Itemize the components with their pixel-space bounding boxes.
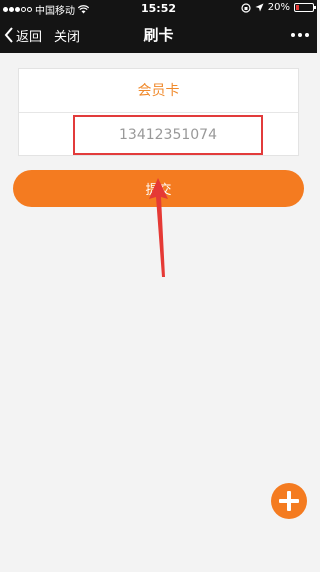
card-number-input[interactable]	[73, 115, 263, 155]
location-icon	[255, 3, 264, 12]
status-right: 20%	[241, 2, 316, 13]
more-dots-icon[interactable]	[291, 17, 309, 53]
orientation-lock-icon	[241, 2, 251, 13]
battery-icon	[294, 3, 316, 12]
card-title: 会员卡	[19, 69, 298, 113]
nav-bar: 返回 关闭 刷卡	[0, 17, 317, 53]
back-button[interactable]: 返回	[4, 17, 42, 53]
close-button[interactable]: 关闭	[54, 17, 80, 53]
back-label: 返回	[16, 29, 43, 45]
annotation-arrow-icon	[149, 178, 168, 277]
close-label: 关闭	[54, 29, 81, 45]
status-bar: 中国移动 15:52 20%	[0, 0, 317, 17]
card-input-row	[19, 113, 298, 156]
add-fab-button[interactable]	[271, 483, 307, 519]
member-card-panel: 会员卡	[18, 68, 299, 156]
battery-percent: 20%	[267, 2, 290, 13]
page-title: 刷卡	[143, 26, 174, 44]
chevron-left-icon	[4, 27, 13, 43]
